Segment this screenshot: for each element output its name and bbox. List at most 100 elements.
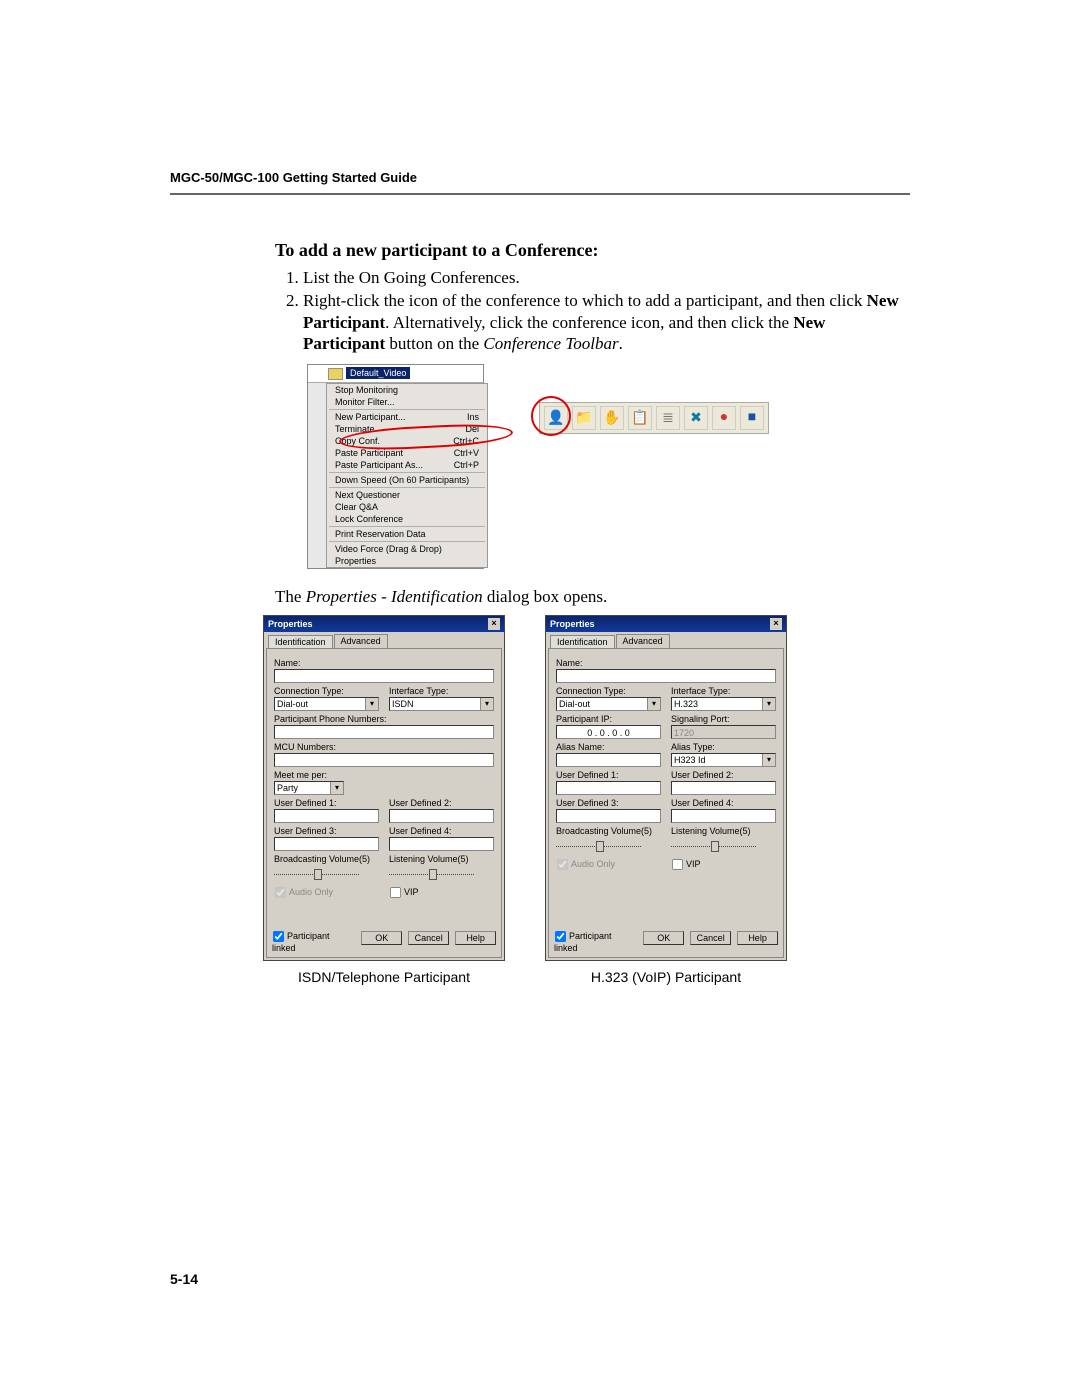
menu-print-reservation[interactable]: Print Reservation Data bbox=[327, 528, 487, 540]
list-button[interactable]: ≣ bbox=[656, 406, 680, 430]
menu-paste-participant-as[interactable]: Paste Participant As...Ctrl+P bbox=[327, 459, 487, 471]
menu-next-questioner[interactable]: Next Questioner bbox=[327, 489, 487, 501]
tab-advanced[interactable]: Advanced bbox=[616, 634, 670, 648]
menu-lock-conference[interactable]: Lock Conference bbox=[327, 513, 487, 525]
menu-stop-monitoring[interactable]: Stop Monitoring bbox=[327, 384, 487, 396]
participant-ip-input[interactable]: 0 . 0 . 0 . 0 bbox=[556, 725, 661, 739]
dialog-tabs: Identification Advanced bbox=[264, 632, 504, 648]
label-name: Name: bbox=[556, 658, 776, 668]
conference-toolbar: 👤 📁 ✋ 📋 ≣ ✖ ● ■ bbox=[539, 402, 769, 434]
signaling-port-input: 1720 bbox=[671, 725, 776, 739]
menu-down-speed[interactable]: Down Speed (On 60 Participants) bbox=[327, 474, 487, 486]
interface-type-select[interactable]: H.323 bbox=[671, 697, 776, 711]
participant-phone-input[interactable] bbox=[274, 725, 494, 739]
page-number: 5-14 bbox=[170, 1271, 198, 1287]
help-button[interactable]: Help bbox=[737, 931, 778, 945]
menu-monitor-filter[interactable]: Monitor Filter... bbox=[327, 396, 487, 408]
callout-circle bbox=[531, 396, 571, 436]
steps-list: List the On Going Conferences. Right-cli… bbox=[275, 267, 910, 354]
label-user-defined3: User Defined 3: bbox=[556, 798, 661, 808]
alias-type-select[interactable]: H323 Id bbox=[671, 753, 776, 767]
folder-button[interactable]: 📁 bbox=[572, 406, 596, 430]
raise-hand-button[interactable]: ✋ bbox=[600, 406, 624, 430]
menu-new-participant[interactable]: New Participant...Ins bbox=[327, 411, 487, 423]
label-user-defined3: User Defined 3: bbox=[274, 826, 379, 836]
audio-only-checkbox: Audio Only bbox=[556, 858, 661, 871]
doc-header: MGC-50/MGC-100 Getting Started Guide bbox=[170, 170, 910, 195]
label-meet-me-per: Meet me per: bbox=[274, 770, 494, 780]
vip-checkbox[interactable]: VIP bbox=[671, 858, 776, 871]
user-defined2-input[interactable] bbox=[671, 781, 776, 795]
audio-only-checkbox: Audio Only bbox=[274, 886, 379, 899]
listening-volume-slider[interactable] bbox=[389, 866, 474, 880]
help-button[interactable]: Help bbox=[455, 931, 496, 945]
interface-type-select[interactable]: ISDN bbox=[389, 697, 494, 711]
label-user-defined1: User Defined 1: bbox=[556, 770, 661, 780]
step-2: Right-click the icon of the conference t… bbox=[303, 290, 910, 354]
tab-identification[interactable]: Identification bbox=[550, 635, 615, 649]
label-connection-type: Connection Type: bbox=[556, 686, 661, 696]
label-listening-volume: Listening Volume(5) bbox=[389, 854, 494, 864]
vip-checkbox[interactable]: VIP bbox=[389, 886, 494, 899]
user-defined4-input[interactable] bbox=[671, 809, 776, 823]
user-defined2-input[interactable] bbox=[389, 809, 494, 823]
properties-dialog-h323: Properties × Identification Advanced Nam… bbox=[545, 615, 787, 961]
menu-clear-qa[interactable]: Clear Q&A bbox=[327, 501, 487, 513]
tab-advanced[interactable]: Advanced bbox=[334, 634, 388, 648]
label-interface-type: Interface Type: bbox=[671, 686, 776, 696]
label-signaling-port: Signaling Port: bbox=[671, 714, 776, 724]
menu-properties[interactable]: Properties bbox=[327, 555, 487, 567]
caption-isdn: ISDN/Telephone Participant bbox=[263, 969, 505, 985]
participant-linked-checkbox[interactable]: Participant linked bbox=[272, 930, 349, 953]
broadcasting-volume-slider[interactable] bbox=[556, 838, 641, 852]
dialog-title: Properties bbox=[268, 619, 313, 629]
properties-dialog-h323-wrap: Properties × Identification Advanced Nam… bbox=[545, 615, 787, 985]
label-participant-ip: Participant IP: bbox=[556, 714, 661, 724]
user-defined1-input[interactable] bbox=[274, 809, 379, 823]
name-input[interactable] bbox=[274, 669, 494, 683]
participant-linked-checkbox[interactable]: Participant linked bbox=[554, 930, 631, 953]
alias-name-input[interactable] bbox=[556, 753, 661, 767]
broadcasting-volume-slider[interactable] bbox=[274, 866, 359, 880]
label-broadcasting-volume: Broadcasting Volume(5) bbox=[274, 854, 379, 864]
close-icon[interactable]: × bbox=[488, 618, 500, 630]
user-defined3-input[interactable] bbox=[556, 809, 661, 823]
tab-identification[interactable]: Identification bbox=[268, 635, 333, 649]
user-defined3-input[interactable] bbox=[274, 837, 379, 851]
label-interface-type: Interface Type: bbox=[389, 686, 494, 696]
cancel-button[interactable]: Cancel bbox=[690, 931, 731, 945]
dialog-opens-text: The Properties - Identification dialog b… bbox=[275, 587, 910, 607]
label-user-defined4: User Defined 4: bbox=[671, 798, 776, 808]
cancel-button[interactable]: Cancel bbox=[408, 931, 449, 945]
label-participant-phone: Participant Phone Numbers: bbox=[274, 714, 494, 724]
clipboard-button[interactable]: 📋 bbox=[628, 406, 652, 430]
connection-type-select[interactable]: Dial-out bbox=[556, 697, 661, 711]
record-button[interactable]: ● bbox=[712, 406, 736, 430]
close-icon[interactable]: × bbox=[770, 618, 782, 630]
stop-button[interactable]: ■ bbox=[740, 406, 764, 430]
ok-button[interactable]: OK bbox=[361, 931, 402, 945]
ok-button[interactable]: OK bbox=[643, 931, 684, 945]
label-connection-type: Connection Type: bbox=[274, 686, 379, 696]
meet-me-per-select[interactable]: Party bbox=[274, 781, 344, 795]
label-broadcasting-volume: Broadcasting Volume(5) bbox=[556, 826, 661, 836]
user-defined4-input[interactable] bbox=[389, 837, 494, 851]
label-user-defined2: User Defined 2: bbox=[389, 798, 494, 808]
label-alias-type: Alias Type: bbox=[671, 742, 776, 752]
menu-video-force[interactable]: Video Force (Drag & Drop) bbox=[327, 543, 487, 555]
label-alias-name: Alias Name: bbox=[556, 742, 661, 752]
label-name: Name: bbox=[274, 658, 494, 668]
tree-selected: Default_Video bbox=[346, 367, 410, 379]
listening-volume-slider[interactable] bbox=[671, 838, 756, 852]
context-menu-screenshot: Default_Video Stop Monitoring Monitor Fi… bbox=[307, 364, 484, 569]
label-user-defined2: User Defined 2: bbox=[671, 770, 776, 780]
label-listening-volume: Listening Volume(5) bbox=[671, 826, 776, 836]
name-input[interactable] bbox=[556, 669, 776, 683]
folder-icon bbox=[328, 368, 343, 380]
remove-participants-button[interactable]: ✖ bbox=[684, 406, 708, 430]
properties-dialog-isdn: Properties × Identification Advanced Nam… bbox=[263, 615, 505, 961]
mcu-numbers-input[interactable] bbox=[274, 753, 494, 767]
user-defined1-input[interactable] bbox=[556, 781, 661, 795]
section-heading: To add a new participant to a Conference… bbox=[275, 240, 910, 261]
connection-type-select[interactable]: Dial-out bbox=[274, 697, 379, 711]
